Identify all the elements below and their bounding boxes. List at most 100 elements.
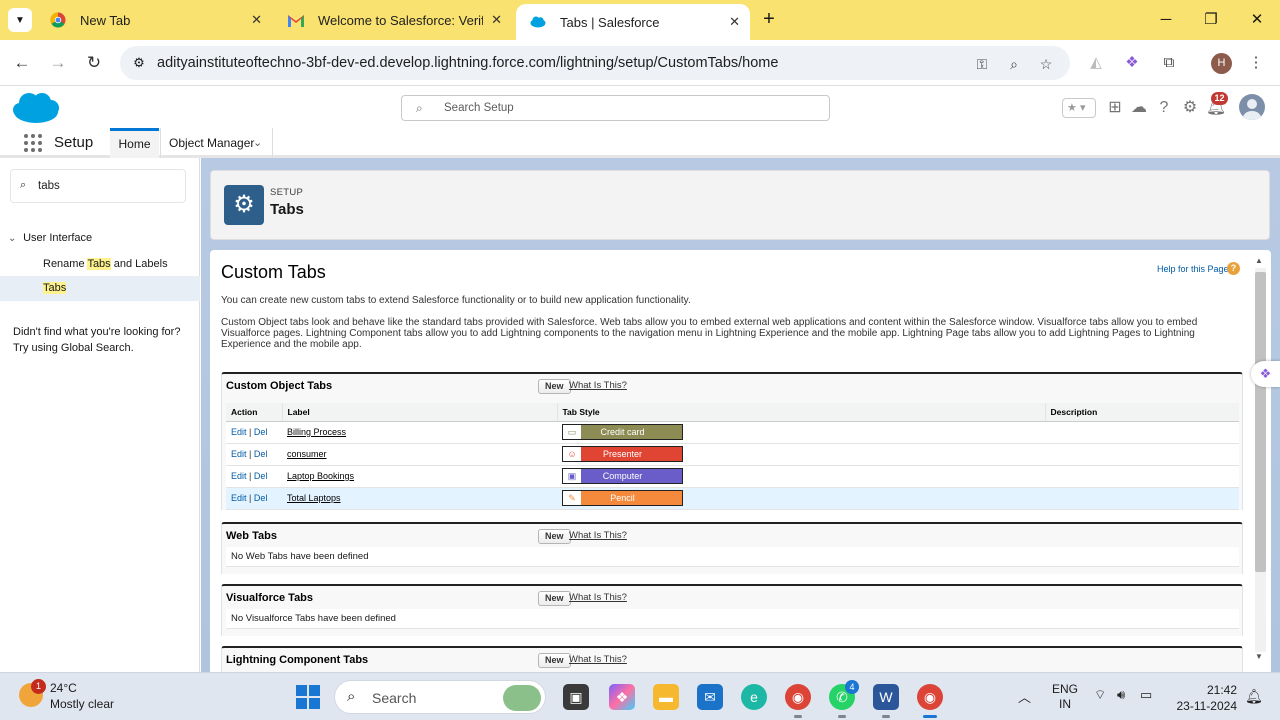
word-icon[interactable]: W (873, 684, 899, 718)
chrome-profile-app-icon[interactable]: ◉ (917, 684, 943, 718)
edit-link[interactable]: Edit (231, 471, 247, 481)
edit-link[interactable]: Edit (231, 427, 247, 437)
delete-link[interactable]: Del (254, 471, 268, 481)
new-tab-button[interactable]: + (758, 8, 780, 30)
description-cell (1045, 465, 1239, 488)
system-clock[interactable]: 21:42 23-11-2024 (1173, 682, 1238, 714)
page-header: ⚙ SETUP Tabs (210, 170, 1270, 240)
gmail-icon (288, 12, 304, 28)
extensions-puzzle-icon[interactable]: ⧉ (1158, 52, 1180, 74)
edit-link[interactable]: Edit (231, 493, 247, 503)
close-icon[interactable]: ✕ (491, 12, 502, 28)
help-for-this-page-link[interactable]: Help for this Page (1157, 264, 1229, 274)
global-actions-icon[interactable]: ⊞ (1104, 97, 1126, 119)
chrome-app-icon[interactable]: ◉ (785, 684, 811, 718)
column-header: Tab Style (556, 403, 1045, 422)
delete-link[interactable]: Del (254, 493, 268, 503)
language-indicator[interactable]: ENG IN (1052, 682, 1078, 712)
windows-start-icon[interactable] (296, 685, 320, 709)
what-is-this-link[interactable]: What Is This? (569, 654, 627, 665)
chevron-down-icon[interactable]: ⌄ (253, 128, 262, 158)
scroll-thumb[interactable] (1255, 272, 1266, 572)
notification-bell-icon[interactable]: 🔔︎ (1245, 688, 1263, 705)
label-cell: consumer (282, 443, 557, 466)
browser-tab-gmail[interactable]: Welcome to Salesforce: Verify y ✕ (274, 4, 512, 36)
help-icon[interactable]: ? (1153, 97, 1175, 119)
weather-temperature[interactable]: 24°C (50, 681, 77, 695)
salesforce-logo[interactable] (12, 91, 60, 125)
content-scrollbar[interactable]: ▲ ▼ (1253, 254, 1267, 664)
sidebar-group-user-interface[interactable]: ⌄ User Interface (8, 232, 92, 244)
search-icon: ⌕ (416, 101, 423, 115)
mail-icon[interactable]: ✉ (697, 684, 723, 710)
new-lightning-component-tab-button[interactable]: New (538, 653, 571, 668)
copilot-floating-icon[interactable]: ❖ (1251, 361, 1280, 387)
tab-search-button[interactable]: ▼ (8, 8, 32, 32)
zoom-icon[interactable]: ⌕ (1004, 54, 1024, 74)
quick-find-input[interactable]: ⌕ tabs (10, 169, 186, 203)
edge-icon[interactable]: e (741, 684, 767, 710)
help-question-icon[interactable]: ? (1227, 262, 1240, 275)
close-icon[interactable]: ✕ (729, 14, 740, 30)
address-bar[interactable]: ⚙ adityainstituteoftechno-3bf-dev-ed.dev… (120, 46, 1070, 80)
arrow-right-icon: → (49, 53, 67, 72)
sidebar-item-rename-tabs-and-labels[interactable]: Rename Tabs and Labels (0, 252, 200, 277)
delete-link[interactable]: Del (254, 449, 268, 459)
tab-label-link[interactable]: Laptop Bookings (287, 471, 354, 481)
edit-link[interactable]: Edit (231, 449, 247, 459)
reload-button[interactable]: ↻ (81, 50, 107, 76)
app-launcher-icon[interactable] (24, 134, 42, 152)
show-hidden-icons-chevron-icon[interactable]: ︿ (1018, 687, 1031, 706)
copilot-icon[interactable]: ❖ (1121, 52, 1143, 74)
page-title: Tabs (270, 201, 304, 218)
what-is-this-link[interactable]: What Is This? (569, 592, 627, 603)
what-is-this-link[interactable]: What Is This? (569, 530, 627, 541)
more-menu-icon[interactable]: ⋮ (1245, 52, 1267, 74)
weather-condition[interactable]: Mostly clear (50, 697, 114, 711)
sidebar-item-tabs[interactable]: Tabs (0, 276, 200, 301)
wifi-icon[interactable]: ⌔ (1094, 687, 1106, 703)
browser-tab-salesforce[interactable]: Tabs | Salesforce ✕ (516, 4, 750, 40)
close-icon[interactable]: ✕ (251, 12, 262, 28)
battery-icon[interactable]: ▭ (1140, 687, 1152, 703)
file-explorer-icon[interactable]: ▬ (653, 684, 679, 710)
tab-label-link[interactable]: consumer (287, 449, 327, 459)
profile-avatar[interactable]: H (1211, 53, 1232, 74)
browser-tab-new-tab[interactable]: New Tab ✕ (36, 4, 272, 36)
task-view-icon[interactable]: ▣ (563, 684, 589, 710)
scroll-up-icon[interactable]: ▲ (1255, 256, 1263, 265)
maximize-button[interactable]: ❐ (1199, 8, 1223, 32)
copilot-app-icon[interactable]: ❖ (609, 684, 635, 710)
new-web-tab-button[interactable]: New (538, 529, 571, 544)
password-key-icon[interactable]: ⚿ (972, 54, 992, 74)
trailhead-icon[interactable]: ☁ (1128, 97, 1150, 119)
tab-label-link[interactable]: Billing Process (287, 427, 346, 437)
user-avatar[interactable] (1239, 94, 1265, 120)
volume-icon[interactable]: 🔊︎ (1117, 687, 1125, 703)
back-button[interactable]: ← (9, 50, 35, 76)
custom-object-tabs-section: Custom Object Tabs New What Is This? Act… (221, 372, 1243, 510)
nav-tab-object-manager[interactable]: Object Manager ⌄ (160, 128, 273, 158)
bookmark-star-icon[interactable]: ☆ (1036, 54, 1056, 74)
scroll-down-icon[interactable]: ▼ (1255, 652, 1263, 661)
what-is-this-link[interactable]: What Is This? (569, 380, 627, 391)
delete-link[interactable]: Del (254, 427, 268, 437)
site-info-icon[interactable]: ⚙ (130, 54, 148, 72)
search-setup-input[interactable]: ⌕ Search Setup (401, 95, 830, 121)
favorites-button[interactable]: ★ ▾ (1062, 98, 1096, 118)
tab-title: New Tab (80, 12, 131, 28)
extension-a-icon[interactable]: ◭ (1085, 52, 1107, 74)
close-window-button[interactable]: ✕ (1245, 8, 1269, 32)
tab-label-link[interactable]: Total Laptops (287, 493, 341, 503)
new-visualforce-tab-button[interactable]: New (538, 591, 571, 606)
setup-gear-icon[interactable]: ⚙ (1179, 97, 1201, 119)
web-tabs-section: Web Tabs New What Is This? No Web Tabs h… (221, 522, 1243, 574)
star-icon: ★ (1067, 102, 1077, 114)
content-title: Custom Tabs (221, 262, 326, 282)
sidebar-group-label: User Interface (23, 232, 93, 244)
new-custom-object-tab-button[interactable]: New (538, 379, 571, 394)
minimize-button[interactable]: ─ (1154, 8, 1178, 32)
taskbar-search-box[interactable]: ⌕ Search (334, 680, 546, 714)
nav-tab-home[interactable]: Home (110, 128, 159, 158)
forward-button[interactable]: → (45, 50, 71, 76)
